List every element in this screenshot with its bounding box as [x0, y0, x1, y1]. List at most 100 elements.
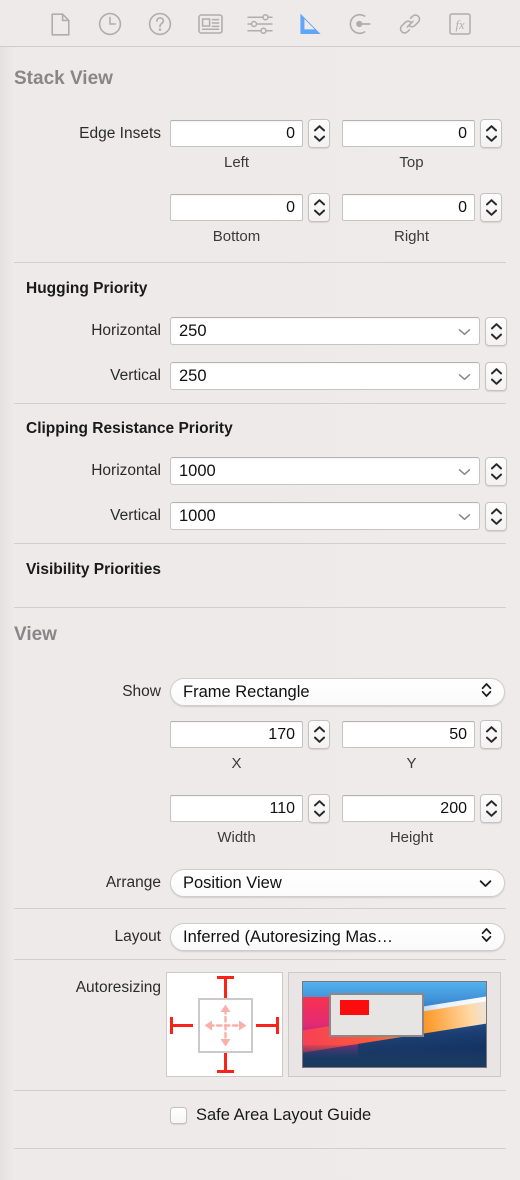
safe-area-label: Safe Area Layout Guide [196, 1105, 372, 1124]
edge-inset-right-sublabel: Right [393, 228, 430, 245]
frame-x-field[interactable]: 170 [170, 721, 303, 748]
visibility-priorities-heading: Visibility Priorities [26, 561, 161, 578]
autoresizing-inner-box [198, 998, 253, 1053]
edge-insets-row-1: Edge Insets 0 0 [0, 119, 520, 148]
arrange-label: Arrange [105, 874, 161, 891]
hugging-horizontal-value: 250 [179, 321, 207, 340]
chevron-up-down-icon [481, 927, 492, 948]
question-mark-icon[interactable] [145, 9, 175, 39]
layout-popup-button[interactable]: Inferred (Autoresizing Mas… [170, 923, 505, 951]
frame-x-sublabel: X [231, 755, 242, 772]
edge-inset-left-stepper[interactable] [308, 119, 330, 148]
clipping-horizontal-label: Horizontal [91, 462, 161, 479]
frame-height-stepper[interactable] [480, 794, 502, 823]
edge-inset-right-stepper[interactable] [480, 193, 502, 222]
frame-width-field[interactable]: 110 [170, 795, 303, 822]
arrange-popup-button[interactable]: Position View [170, 869, 505, 897]
edge-inset-left-field[interactable]: 0 [170, 120, 303, 147]
edge-inset-bottom-sublabel: Bottom [212, 228, 261, 245]
frame-y-stepper[interactable] [480, 720, 502, 749]
edge-inset-top-stepper[interactable] [480, 119, 502, 148]
chevron-down-icon [458, 462, 471, 481]
strut-top-cap [217, 976, 234, 979]
frame-width-stepper[interactable] [308, 794, 330, 823]
file-icon[interactable] [45, 9, 75, 39]
divider-bottom [14, 1148, 506, 1149]
autoresizing-widget[interactable] [166, 972, 283, 1077]
chevron-down-icon [479, 874, 492, 893]
frame-height-sublabel: Height [389, 829, 434, 846]
sliders-icon[interactable] [245, 9, 275, 39]
show-row: Show Frame Rectangle [0, 678, 520, 706]
strut-top[interactable] [224, 977, 227, 999]
preview-selected-view [339, 999, 369, 1016]
edge-inset-left-sublabel: Left [223, 154, 250, 171]
chevron-up-down-icon [481, 682, 492, 703]
divider-after-layout [14, 959, 506, 960]
preview-window [328, 993, 424, 1038]
show-label: Show [122, 683, 161, 700]
show-value: Frame Rectangle [183, 682, 310, 701]
hugging-vertical-combo[interactable]: 250 [170, 362, 480, 390]
clipping-horizontal-combo[interactable]: 1000 [170, 457, 480, 485]
clipping-horizontal-row: Horizontal 1000 [0, 456, 520, 486]
hugging-horizontal-row: Horizontal 250 [0, 316, 520, 346]
edge-inset-bottom-stepper[interactable] [308, 193, 330, 222]
layout-value: Inferred (Autoresizing Mas… [183, 927, 393, 946]
hugging-horizontal-stepper[interactable] [485, 316, 507, 346]
connections-icon[interactable] [345, 9, 375, 39]
hugging-vertical-stepper[interactable] [485, 361, 507, 391]
divider-after-visibility [14, 607, 506, 608]
strut-right[interactable] [256, 1024, 278, 1027]
hugging-horizontal-combo[interactable]: 250 [170, 317, 480, 345]
size-inspector-panel: fx Stack View Edge Insets 0 0 Left Top 0… [0, 0, 520, 1180]
inspector-toolbar: fx [0, 0, 520, 47]
ruler-triangle-icon[interactable] [295, 9, 325, 39]
fx-icon[interactable]: fx [445, 9, 475, 39]
arrange-value: Position View [183, 873, 282, 892]
wallpaper-preview [302, 981, 487, 1068]
arrange-row: Arrange Position View [0, 869, 520, 897]
frame-y-field[interactable]: 50 [342, 721, 475, 748]
edge-insets-label: Edge Insets [79, 124, 161, 142]
safe-area-row[interactable]: Safe Area Layout Guide [170, 1105, 371, 1125]
edge-inset-top-field[interactable]: 0 [342, 120, 475, 147]
divider-after-autoresizing [14, 1090, 506, 1091]
divider-after-edge-insets [14, 262, 506, 263]
clipping-vertical-label: Vertical [110, 507, 161, 524]
hugging-vertical-row: Vertical 250 [0, 361, 520, 391]
spring-arrows-icon [204, 1004, 247, 1047]
frame-height-field[interactable]: 200 [342, 795, 475, 822]
frame-size-row: 110 200 [170, 794, 502, 823]
chevron-down-icon [458, 322, 471, 341]
clipping-vertical-stepper[interactable] [485, 501, 507, 531]
edge-insets-row-2: 0 0 [170, 193, 502, 222]
clipping-vertical-value: 1000 [179, 506, 216, 525]
clipping-horizontal-stepper[interactable] [485, 456, 507, 486]
svg-text:fx: fx [455, 18, 464, 32]
frame-x-stepper[interactable] [308, 720, 330, 749]
frame-y-sublabel: Y [406, 755, 417, 772]
edge-inset-top-sublabel: Top [399, 154, 424, 171]
link-icon[interactable] [395, 9, 425, 39]
layout-label: Layout [114, 928, 161, 945]
hugging-vertical-value: 250 [179, 366, 207, 385]
wallpaper-gradient-bottom [303, 1044, 486, 1067]
strut-left[interactable] [171, 1024, 193, 1027]
clock-icon[interactable] [95, 9, 125, 39]
strut-right-cap [276, 1017, 279, 1034]
strut-left-cap [170, 1017, 173, 1034]
clipping-horizontal-value: 1000 [179, 461, 216, 480]
show-popup-button[interactable]: Frame Rectangle [170, 678, 505, 706]
hugging-horizontal-label: Horizontal [91, 322, 161, 339]
hugging-vertical-label: Vertical [110, 367, 161, 384]
edge-inset-bottom-field[interactable]: 0 [170, 194, 303, 221]
divider-after-arrange [14, 908, 506, 909]
identity-card-icon[interactable] [195, 9, 225, 39]
strut-bottom[interactable] [224, 1050, 227, 1072]
clipping-vertical-combo[interactable]: 1000 [170, 502, 480, 530]
safe-area-checkbox[interactable] [170, 1106, 187, 1124]
autoresizing-preview [288, 972, 501, 1077]
edge-inset-right-field[interactable]: 0 [342, 194, 475, 221]
autoresizing-label: Autoresizing [75, 979, 161, 996]
